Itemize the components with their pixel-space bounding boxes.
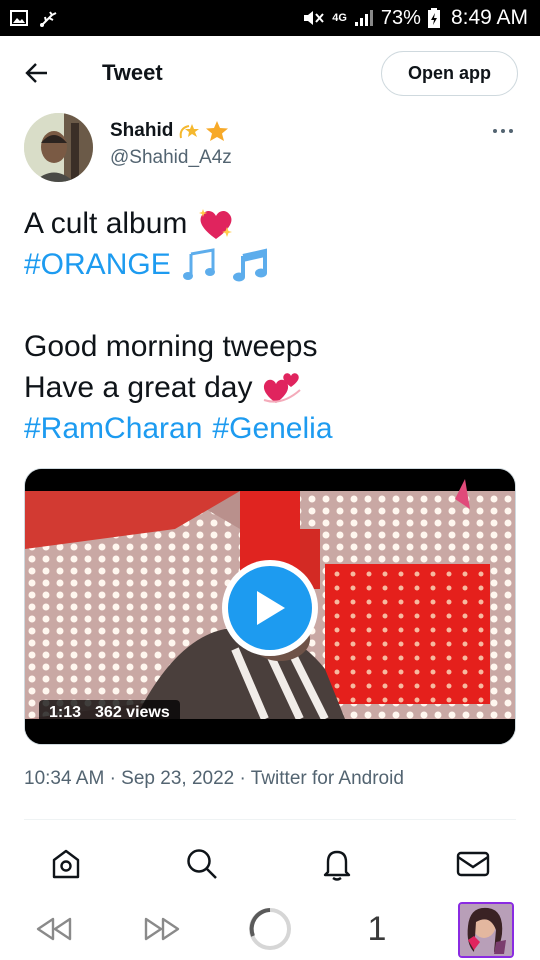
home-icon xyxy=(52,849,80,879)
avatar-photo xyxy=(24,113,93,182)
tweet-line: Have a great day xyxy=(24,367,524,408)
author-handle[interactable]: @Shahid_A4z xyxy=(110,147,232,169)
tweet-line: A cult album xyxy=(24,203,524,244)
more-dot-icon xyxy=(493,129,497,133)
more-dot-icon xyxy=(501,129,505,133)
video-player[interactable]: 1:13 362 views xyxy=(24,468,516,745)
arrow-left-icon xyxy=(25,63,47,83)
tweet-line: Good morning tweeps xyxy=(24,326,524,367)
musical-notes-emoji-icon xyxy=(182,247,215,280)
play-button[interactable] xyxy=(222,560,318,656)
sparkling-heart-emoji-icon xyxy=(199,208,233,239)
gallery-icon xyxy=(10,10,28,26)
tweet-line-text: Good morning tweeps xyxy=(24,330,318,363)
two-hearts-emoji-icon xyxy=(264,372,302,403)
signal-icon xyxy=(354,10,373,26)
open-app-button[interactable]: Open app xyxy=(381,51,518,96)
tweet-meta: 10:34 AM · Sep 23, 2022 · Twitter for An… xyxy=(24,768,404,790)
divider xyxy=(24,819,516,820)
tweet-header: Tweet Open app xyxy=(0,36,540,108)
tweet-line: #ORANGE xyxy=(24,244,524,285)
meta-separator: · xyxy=(109,768,116,789)
bell-icon xyxy=(323,850,351,881)
page-title: Tweet xyxy=(102,60,163,85)
tweet-line: #RamCharan #Genelia xyxy=(24,408,524,449)
tab-thumbnail-image xyxy=(460,904,512,956)
hashtag-link[interactable]: #RamCharan xyxy=(24,408,202,449)
star-emoji-icon xyxy=(206,121,229,141)
tweet-line-text: A cult album xyxy=(24,207,188,240)
clock: 8:49 AM xyxy=(450,6,528,29)
mute-icon xyxy=(304,11,324,25)
tweet-text: A cult album #ORANGE Good morning tweeps… xyxy=(24,203,524,449)
battery-icon xyxy=(427,8,440,28)
bottom-nav xyxy=(0,830,540,898)
search-icon xyxy=(187,849,217,879)
more-dot-icon xyxy=(509,129,513,133)
musical-note-emoji-icon xyxy=(232,247,267,281)
battery-percent: 73% xyxy=(380,6,421,29)
rewind-icon xyxy=(36,917,72,941)
video-duration: 1:13 xyxy=(49,704,82,721)
tweet-line-text: Have a great day xyxy=(24,371,253,404)
tweet-date[interactable]: Sep 23, 2022 xyxy=(121,768,234,789)
tweet-source[interactable]: Twitter for Android xyxy=(251,768,404,789)
avatar[interactable] xyxy=(24,113,93,182)
dizzy-star-emoji-icon xyxy=(180,124,200,139)
meta-separator: · xyxy=(239,768,246,789)
nav-messages[interactable] xyxy=(453,844,493,884)
fast-forward-icon xyxy=(144,917,180,941)
tab-count: 1 xyxy=(367,909,387,948)
video-info-badge: 1:13 362 views xyxy=(39,700,180,726)
browser-back-button[interactable] xyxy=(32,906,76,952)
tweet-time[interactable]: 10:34 AM xyxy=(24,768,104,789)
hashtag-link[interactable]: #Genelia xyxy=(212,408,332,449)
hashtag-link[interactable]: #ORANGE xyxy=(24,244,171,285)
video-views: 362 views xyxy=(95,704,170,721)
play-icon xyxy=(257,591,285,625)
tab-thumbnail[interactable] xyxy=(458,902,514,958)
loading-indicator xyxy=(246,906,294,952)
network-type: 4G xyxy=(332,12,347,24)
nav-search[interactable] xyxy=(182,844,222,884)
mail-icon xyxy=(456,851,490,877)
tab-count-button[interactable]: 1 xyxy=(362,906,392,952)
author-name[interactable]: Shahid xyxy=(110,120,229,142)
spinner-icon xyxy=(249,908,291,950)
nav-notifications[interactable] xyxy=(317,844,357,884)
status-bar: 4G 73% 8:49 AM xyxy=(0,0,540,36)
usb-icon xyxy=(40,11,57,27)
author-name-text: Shahid xyxy=(110,120,174,141)
play-circle xyxy=(228,566,312,650)
more-options-button[interactable] xyxy=(490,122,516,140)
nav-home[interactable] xyxy=(46,844,86,884)
browser-forward-button[interactable] xyxy=(140,906,184,952)
back-button[interactable] xyxy=(22,58,52,88)
